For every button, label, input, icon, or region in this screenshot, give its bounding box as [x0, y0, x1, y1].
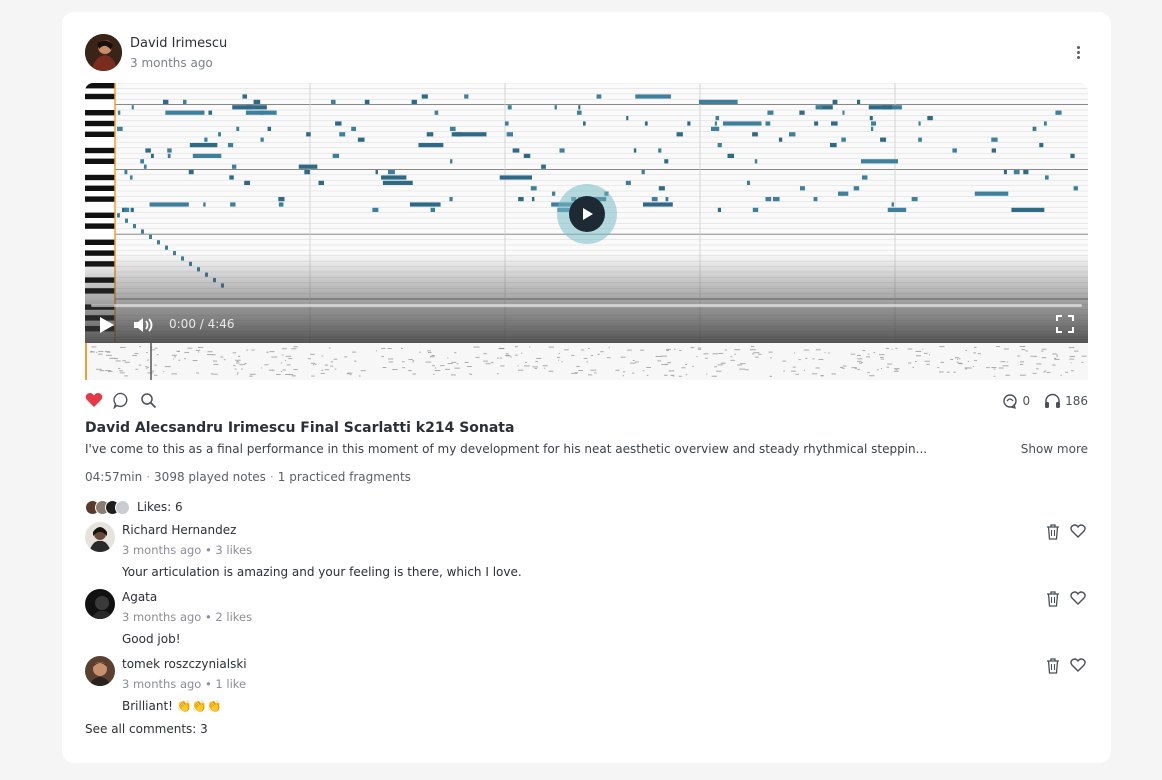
magnifier-icon[interactable] — [140, 392, 157, 409]
commenter-name[interactable]: Richard Hernandez — [122, 523, 236, 537]
post-stats: 0 186 — [988, 393, 1088, 409]
comment-meta: 3 months ago • 2 likes — [122, 610, 253, 624]
heart-filled-icon[interactable] — [85, 392, 103, 408]
comment-item: Agata 3 months ago • 2 likes Good job! — [85, 589, 1088, 651]
headphones-icon — [1045, 393, 1061, 408]
commenter-avatar[interactable] — [85, 522, 115, 552]
kebab-menu-icon[interactable] — [1068, 40, 1088, 64]
play-overlay-button[interactable] — [557, 184, 617, 244]
comment-actions — [1046, 524, 1086, 540]
repost-count[interactable]: 0 — [1002, 393, 1030, 409]
description-row: I've come to this as a final performance… — [85, 442, 1088, 456]
comment-meta: 3 months ago • 3 likes — [122, 543, 253, 557]
repost-value: 0 — [1022, 394, 1031, 408]
fullscreen-icon[interactable] — [1056, 315, 1074, 333]
post-title: David Alecsandru Irimescu Final Scarlatt… — [85, 420, 515, 436]
likes-summary[interactable]: Likes: 6 — [85, 498, 183, 516]
comment-text: Your articulation is amazing and your fe… — [122, 565, 522, 579]
post-header: David Irimescu 3 months ago — [85, 34, 1088, 72]
commenter-name[interactable]: tomek roszczynialski — [122, 657, 247, 671]
recording-meta: 04:57min · 3098 played notes · 1 practiced f… — [85, 470, 411, 484]
comment-text: Brilliant! 👏👏👏 — [122, 699, 222, 713]
piano-roll-player[interactable]: 0:00 / 4:46 — [85, 83, 1088, 380]
show-more-link[interactable]: Show more — [1021, 442, 1088, 456]
minimap[interactable] — [85, 343, 1088, 380]
see-all-comments-link[interactable]: See all comments: 3 — [85, 722, 208, 736]
comment-actions — [1046, 591, 1086, 607]
author-avatar[interactable] — [85, 34, 122, 71]
played-notes: 3098 played notes — [154, 470, 266, 484]
comment-item: tomek roszczynialski 3 months ago • 1 li… — [85, 656, 1088, 718]
author-name[interactable]: David Irimescu — [130, 36, 227, 51]
post-actions: 0 186 — [85, 392, 1088, 412]
trash-icon[interactable] — [1046, 658, 1060, 674]
heart-outline-icon[interactable] — [1070, 658, 1086, 672]
trash-icon[interactable] — [1046, 524, 1060, 540]
post-card: David Irimescu 3 months ago 0:00 / 4:46 — [62, 12, 1111, 763]
time-readout: 0:00 / 4:46 — [169, 317, 235, 331]
repost-icon — [1003, 394, 1018, 409]
post-time: 3 months ago — [130, 56, 213, 70]
liker-avatar — [115, 499, 130, 515]
comment-text: Good job! — [122, 632, 181, 646]
seek-bar[interactable] — [91, 304, 1082, 307]
commenter-avatar[interactable] — [85, 656, 115, 686]
listen-value: 186 — [1065, 394, 1088, 408]
volume-icon[interactable] — [133, 316, 155, 334]
commenter-name[interactable]: Agata — [122, 590, 157, 604]
comment-meta: 3 months ago • 1 like — [122, 677, 247, 691]
practiced-fragments: 1 practiced fragments — [277, 470, 411, 484]
likes-label: Likes: 6 — [137, 500, 183, 514]
comment-actions — [1046, 658, 1086, 674]
heart-outline-icon[interactable] — [1070, 524, 1086, 538]
commenter-avatar[interactable] — [85, 589, 115, 619]
play-icon — [583, 208, 593, 220]
trash-icon[interactable] — [1046, 591, 1060, 607]
post-description: I've come to this as a final performance… — [85, 442, 928, 456]
listen-count: 186 — [1044, 393, 1088, 409]
comment-item: Richard Hernandez 3 months ago • 3 likes… — [85, 522, 1088, 584]
speech-bubble-icon[interactable] — [113, 392, 130, 409]
heart-outline-icon[interactable] — [1070, 591, 1086, 605]
controls-bar — [85, 253, 1088, 343]
play-icon[interactable] — [99, 316, 115, 334]
duration: 04:57min — [85, 470, 143, 484]
